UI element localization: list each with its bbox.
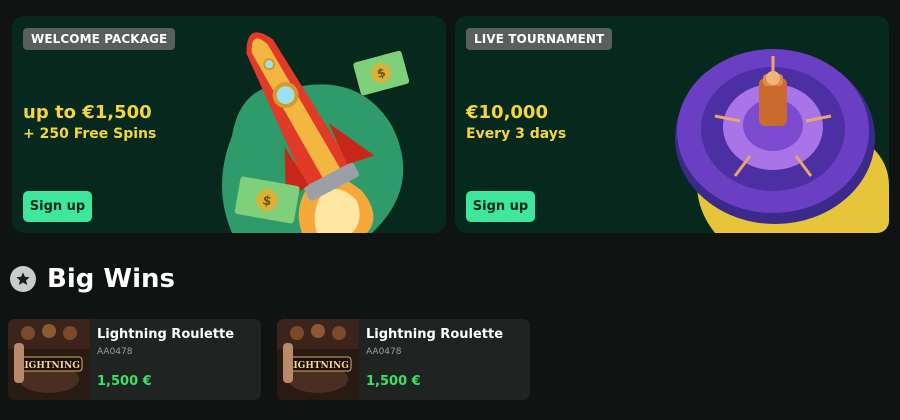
win-amount: 1,500 € <box>366 374 421 389</box>
live-tournament-banner[interactable]: LIVE TOURNAMENT €10,000 Every 3 days Sig… <box>455 16 889 233</box>
svg-text:LIGHTNING: LIGHTNING <box>18 361 80 371</box>
promo-subline: + 250 Free Spins <box>23 126 157 142</box>
promo-headline: €10,000 <box>466 102 548 123</box>
svg-text:LIGHTNING: LIGHTNING <box>287 361 349 371</box>
promo-subline: Every 3 days <box>466 126 567 142</box>
promo-tag: LIVE TOURNAMENT <box>466 28 613 50</box>
sign-up-button[interactable]: Sign up <box>23 191 92 222</box>
big-wins-header: Big Wins <box>10 264 175 294</box>
player-id: AA0478 <box>97 347 133 357</box>
rocket-illustration: $ $ <box>222 32 410 233</box>
game-thumbnail: LIGHTNING <box>277 319 359 400</box>
welcome-package-banner[interactable]: WELCOME PACKAGE up to €1,500 + 250 Free … <box>12 16 446 233</box>
promo-headline: up to €1,500 <box>23 102 152 123</box>
dollar-bill-icon: $ <box>353 50 410 96</box>
star-icon <box>10 266 36 292</box>
roulette-wheel-illustration <box>675 49 889 233</box>
section-title: Big Wins <box>47 264 175 294</box>
win-amount: 1,500 € <box>97 374 152 389</box>
big-win-card[interactable]: LIGHTNING Lightning Roulette AA0478 1,50… <box>8 319 261 400</box>
game-name: Lightning Roulette <box>366 327 504 342</box>
promo-tag: WELCOME PACKAGE <box>23 28 176 50</box>
game-thumbnail: LIGHTNING <box>8 319 90 400</box>
sign-up-button[interactable]: Sign up <box>466 191 535 222</box>
game-name: Lightning Roulette <box>97 327 235 342</box>
player-id: AA0478 <box>366 347 402 357</box>
big-win-card[interactable]: LIGHTNING Lightning Roulette AA0478 1,50… <box>277 319 530 400</box>
